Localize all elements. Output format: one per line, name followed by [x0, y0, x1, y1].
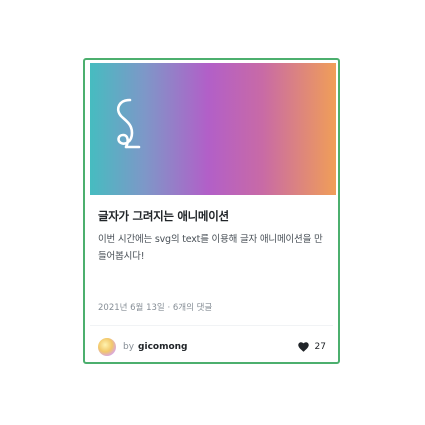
username-link[interactable]: gicomong: [138, 342, 187, 352]
post-card[interactable]: 글자가 그려지는 애니메이션 이번 시간에는 svg의 text를 이용해 글자…: [83, 58, 340, 364]
card-footer: by gicomong 27: [98, 337, 326, 357]
post-meta: 2021년 6월 13일 · 6개의 댓글: [98, 301, 212, 313]
meta-separator: ·: [167, 303, 171, 313]
post-title[interactable]: 글자가 그려지는 애니메이션: [98, 208, 333, 224]
post-date: 2021년 6월 13일: [98, 303, 165, 313]
post-description: 이번 시간에는 svg의 text를 이용해 글자 애니메이션을 만들어봅시다!: [98, 234, 323, 262]
comment-count: 6개의 댓글: [172, 303, 213, 313]
handwritten-s-outline-icon: [117, 98, 141, 149]
by-label: by: [123, 342, 135, 352]
card-divider: [90, 325, 333, 326]
like-count-value: 27: [314, 342, 326, 352]
user-avatar[interactable]: [98, 338, 116, 356]
post-thumbnail[interactable]: [90, 63, 336, 195]
like-count: 27: [297, 342, 326, 352]
heart-icon: [297, 342, 309, 352]
